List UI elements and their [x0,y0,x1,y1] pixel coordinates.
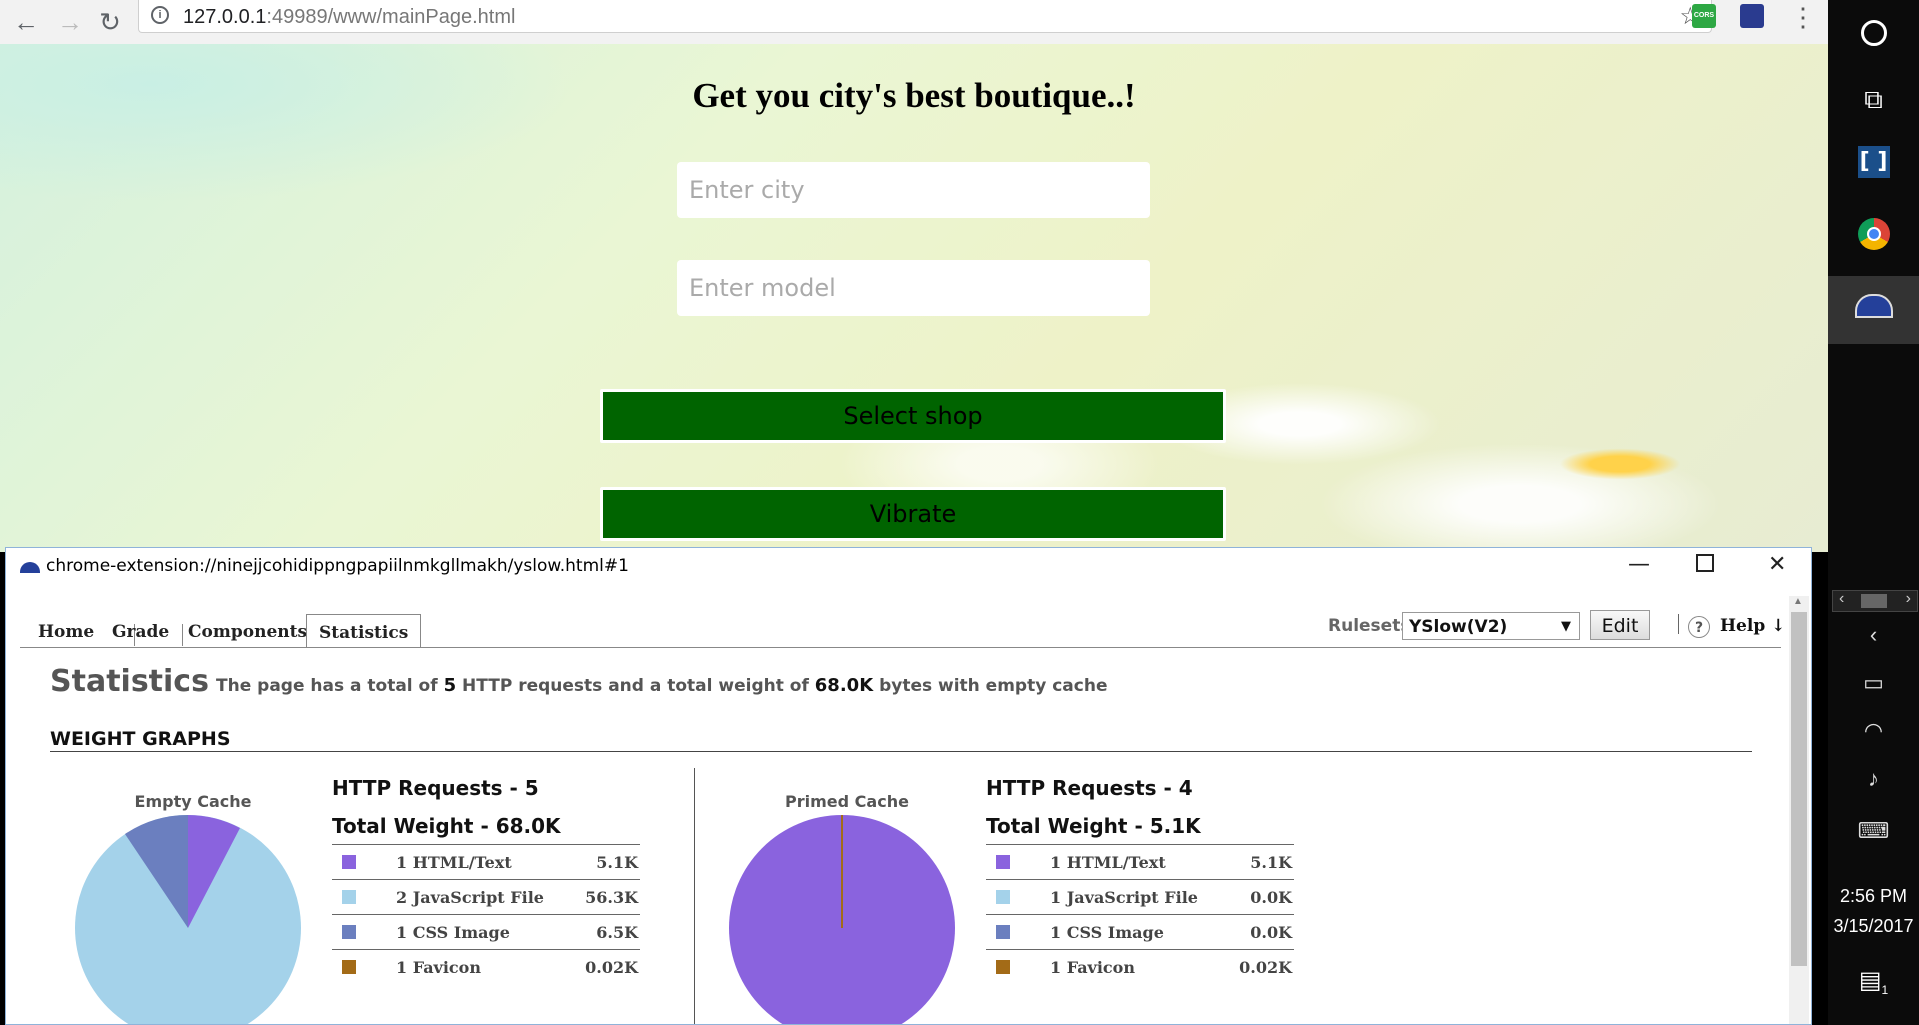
scroll-up-icon[interactable]: ▲ [1793,596,1803,607]
help-icon[interactable]: ? [1688,616,1710,638]
popup-titlebar[interactable]: chrome-extension://ninejjcohidippngpapii… [6,548,1811,582]
legend-swatch [996,890,1010,904]
yslow-icon [20,562,40,573]
tab-home[interactable]: Home [38,614,94,648]
heading-rule [50,751,1752,752]
task-view-icon[interactable]: ⧉ [1828,84,1919,116]
empty-cache-requests: HTTP Requests - 5 [332,776,539,800]
ruleset-select[interactable]: YSlow(V2) ▼ [1402,612,1580,640]
scrollbar-thumb[interactable] [1791,612,1807,966]
table-row: 1 Favicon 0.02K [986,949,1294,984]
legend-swatch [342,925,356,939]
taskbar: ⧉ [ ] ‹ ▭ ◠ ♪ ⌨ 2:56 PM 3/15/2017 ▤1 [1828,0,1919,1025]
page-title: Get you city's best boutique..! [692,76,1136,115]
table-row: 1 Favicon 0.02K [332,949,640,984]
reload-icon[interactable]: ↻ [94,6,126,38]
cortana-icon[interactable] [1828,20,1919,51]
tab-underline [20,647,1781,648]
statistics-heading: Statistics [50,664,209,699]
clock-date[interactable]: 3/15/2017 [1828,916,1919,937]
table-row: 1 JavaScript File 0.0K [986,879,1294,914]
yslow-app-icon[interactable] [1828,294,1919,323]
notification-count: 1 [1881,982,1889,997]
empty-cache-table: 1 HTML/Text 5.1K 2 JavaScript File 56.3K 1… [332,844,640,984]
brackets-app-icon[interactable]: [ ] [1828,146,1919,178]
forward-icon[interactable]: → [54,6,86,38]
legend-swatch [342,855,356,869]
wifi-icon[interactable]: ◠ [1828,718,1919,744]
menu-icon[interactable]: ⋮ [1790,2,1816,33]
table-row: 1 HTML/Text 5.1K [986,844,1294,879]
volume-icon[interactable]: ♪ [1828,766,1919,792]
scroll-thumb[interactable] [1861,594,1887,608]
empty-cache-pie [75,815,301,1024]
model-input[interactable]: Enter model [677,260,1150,316]
web-page: Get you city's best boutique..! Enter ci… [0,44,1828,552]
empty-cache-weight: Total Weight - 68.0K [332,814,561,838]
back-icon[interactable]: ← [10,6,42,38]
tab-components[interactable]: Components [188,614,307,648]
taskbar-scroller[interactable]: ‹ › [1832,590,1918,612]
popup-title: chrome-extension://ninejjcohidippngpapii… [46,556,629,576]
tab-divider [182,624,183,646]
minimize-icon[interactable]: — [1628,552,1650,577]
statistics-summary: The page has a total of 5 HTTP requests … [216,675,1108,696]
keyboard-icon[interactable]: ⌨ [1828,818,1919,844]
legend-swatch [342,890,356,904]
primed-cache-table: 1 HTML/Text 5.1K 1 JavaScript File 0.0K 1 … [986,844,1294,984]
scroll-left-icon[interactable]: ‹ [1839,590,1844,608]
popup-scrollbar[interactable]: ▲ [1789,596,1809,1024]
yslow-extension-icon[interactable] [1740,4,1764,28]
legend-swatch [342,960,356,974]
primed-cache-label: Primed Cache [785,792,909,811]
battery-icon[interactable]: ▭ [1828,670,1919,696]
primed-cache-requests: HTTP Requests - 4 [986,776,1193,800]
info-icon[interactable]: i [151,6,169,24]
cors-extension-icon[interactable]: CORS [1692,4,1716,28]
clock-time[interactable]: 2:56 PM [1828,886,1919,907]
maximize-icon[interactable] [1696,554,1714,572]
scroll-right-icon[interactable]: › [1906,590,1911,608]
edit-button[interactable]: Edit [1590,610,1650,640]
yslow-popup-window: chrome-extension://ninejjcohidippngpapii… [5,547,1812,1025]
table-row: 2 JavaScript File 56.3K [332,879,640,914]
tab-grade[interactable]: Grade [112,614,169,648]
help-link[interactable]: Help ↓ [1720,616,1785,636]
chrome-app-icon[interactable] [1828,218,1919,255]
city-input[interactable]: Enter city [677,162,1150,218]
notification-icon[interactable]: ▤1 [1828,966,1919,997]
legend-swatch [996,960,1010,974]
close-icon[interactable]: ✕ [1768,552,1786,577]
rulesets-label: Rulesets [1328,616,1411,636]
empty-cache-label: Empty Cache [134,792,252,811]
select-shop-button[interactable]: Select shop [600,389,1226,443]
table-row: 1 CSS Image 0.0K [986,914,1294,949]
tab-statistics[interactable]: Statistics [306,614,422,648]
primed-cache-weight: Total Weight - 5.1K [986,814,1201,838]
toolbar-divider [1678,614,1679,634]
browser-toolbar: ← → ↻ i 127.0.0.1:49989/www/mainPage.htm… [0,0,1828,45]
vibrate-button[interactable]: Vibrate [600,487,1226,541]
chevron-left-icon[interactable]: ‹ [1828,622,1919,648]
legend-swatch [996,855,1010,869]
column-divider [694,768,695,1024]
address-bar[interactable]: i 127.0.0.1:49989/www/mainPage.html ☆ [138,0,1712,33]
weight-graphs-heading: WEIGHT GRAPHS [50,728,231,750]
primed-cache-pie [729,815,955,1024]
table-row: 1 HTML/Text 5.1K [332,844,640,879]
dropdown-arrow-icon: ▼ [1561,619,1571,634]
url-text: 127.0.0.1:49989/www/mainPage.html [183,6,516,28]
legend-swatch [996,925,1010,939]
ruleset-value: YSlow(V2) [1409,617,1508,637]
table-row: 1 CSS Image 6.5K [332,914,640,949]
